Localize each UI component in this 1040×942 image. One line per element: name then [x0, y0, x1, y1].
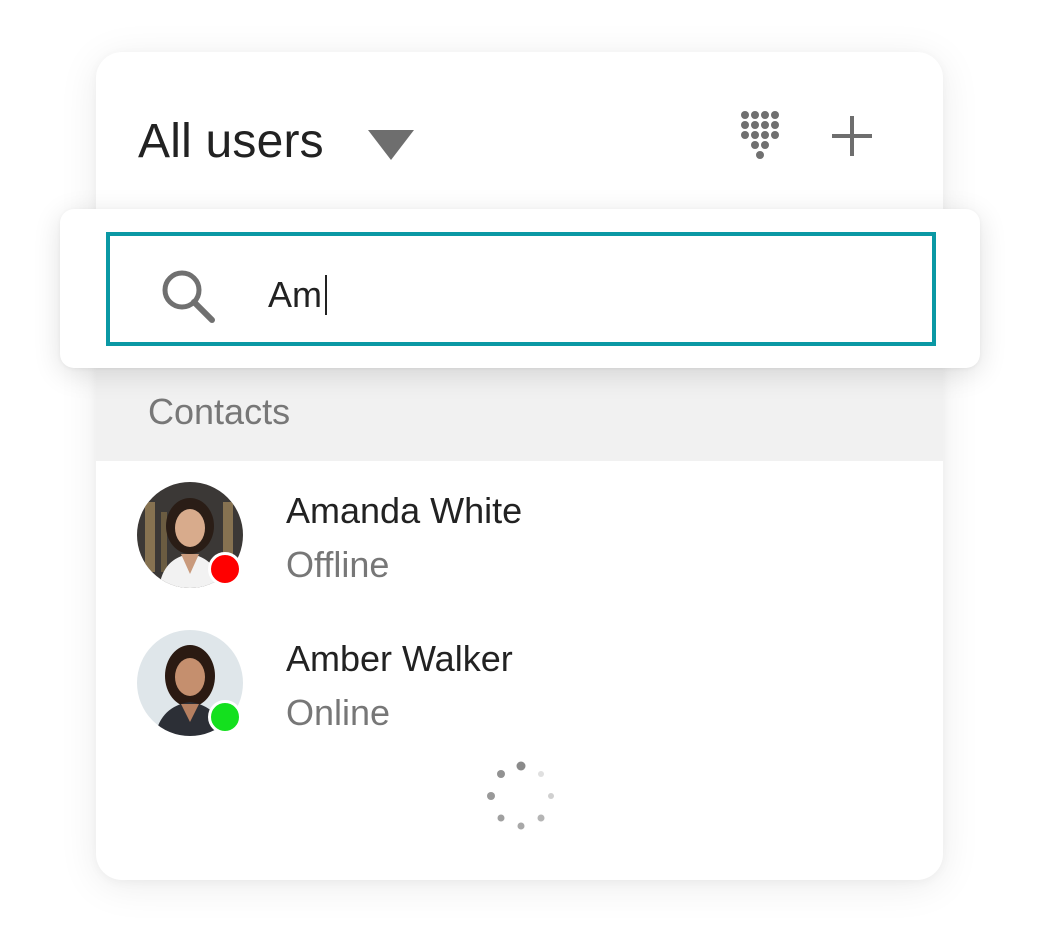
stage: All users Contacts Amanda White Offline … [0, 0, 1040, 942]
users-filter-title[interactable]: All users [138, 114, 324, 170]
contact-item-amber-walker[interactable]: Amber Walker Online [96, 630, 943, 758]
search-input-value[interactable]: Am [268, 274, 327, 316]
contact-name: Amanda White [286, 490, 523, 531]
offline-status-dot [208, 552, 242, 586]
plus-icon[interactable] [830, 114, 874, 158]
search-query-text: Am [268, 274, 322, 315]
caret-down-icon[interactable] [368, 130, 414, 160]
users-panel: All users Contacts Amanda White Offline … [96, 52, 943, 880]
search-input[interactable]: Am [106, 232, 936, 346]
contact-status: Offline [286, 544, 390, 585]
loading-spinner-icon [487, 761, 554, 830]
contact-status: Online [286, 692, 391, 733]
search-icon [162, 270, 215, 323]
contact-item-amanda-white[interactable]: Amanda White Offline [96, 482, 943, 610]
search-card: Am [60, 209, 980, 368]
contacts-section-label: Contacts [148, 391, 291, 432]
online-status-dot [208, 700, 242, 734]
panel-header: All users [96, 52, 943, 212]
dialpad-icon[interactable] [740, 110, 780, 160]
contact-name: Amber Walker [286, 638, 513, 679]
text-caret [325, 275, 327, 315]
